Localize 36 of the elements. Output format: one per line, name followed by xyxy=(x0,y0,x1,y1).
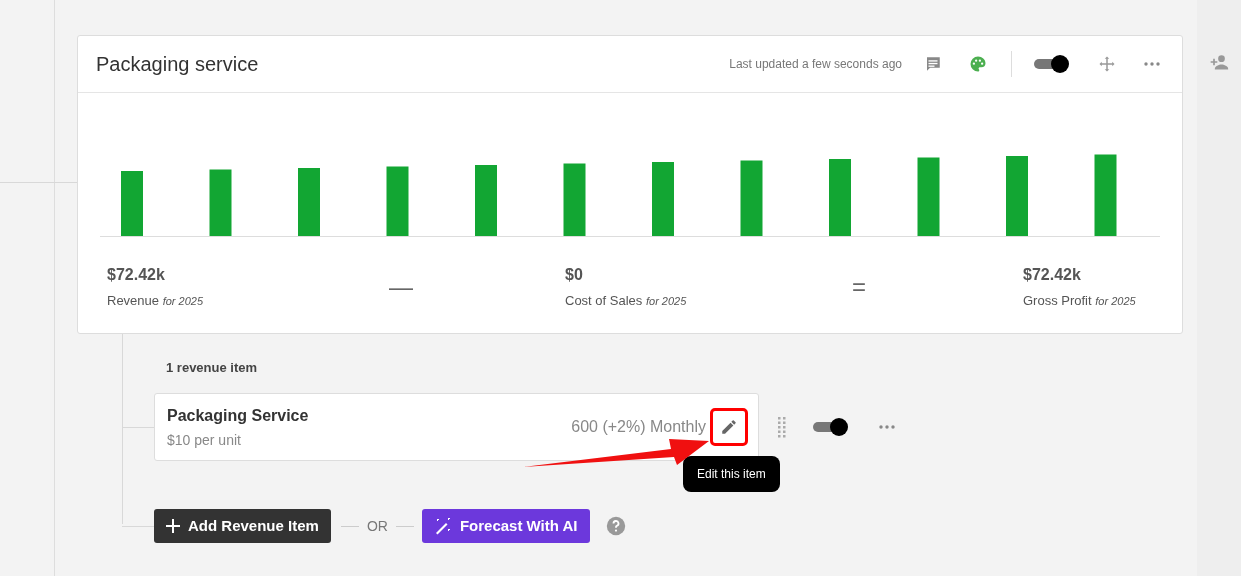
comment-icon[interactable] xyxy=(924,55,942,73)
item-forecast: 600 (+2%) Monthly xyxy=(571,417,706,437)
item-price: $10 per unit xyxy=(167,430,242,450)
amount-text: $72.42k xyxy=(107,265,166,285)
toggle-switch[interactable] xyxy=(813,416,849,438)
add-revenue-item-button[interactable]: Add Revenue Item xyxy=(154,509,331,543)
items-heading: 1 revenue item xyxy=(166,358,259,377)
chart-bar xyxy=(209,169,232,236)
amount-text: $72.42k xyxy=(1023,265,1082,285)
item-name: Packaging Service xyxy=(167,405,309,426)
total-label: Cost of Sales for 2025 xyxy=(565,292,688,310)
chart-bar xyxy=(121,171,143,236)
total-label: Gross Profit for 2025 xyxy=(1023,292,1137,310)
plus-icon xyxy=(166,519,180,533)
tooltip: Edit this item xyxy=(683,456,780,492)
more-icon[interactable] xyxy=(1144,62,1160,66)
more-icon[interactable] xyxy=(879,425,895,429)
or-text: OR xyxy=(366,516,388,536)
palette-icon[interactable] xyxy=(969,55,987,73)
forecast-with-ai-button[interactable]: Forecast With AI xyxy=(421,509,590,543)
operator-symbol: = xyxy=(851,271,867,302)
toggle-switch[interactable] xyxy=(1034,53,1070,75)
total-label: Revenue for 2025 xyxy=(107,292,205,310)
chart-bar xyxy=(475,165,497,236)
move-icon[interactable] xyxy=(1098,55,1116,73)
last-updated-text: Last updated a few seconds ago xyxy=(729,56,902,73)
drag-handle-icon[interactable] xyxy=(777,416,787,438)
amount-text: $0 xyxy=(565,265,584,285)
card-title: Packaging service xyxy=(96,52,259,77)
chart-bar xyxy=(386,166,409,236)
operator-symbol: — xyxy=(388,271,414,302)
pencil-icon xyxy=(720,418,738,436)
edit-button[interactable] xyxy=(710,408,748,446)
help-icon[interactable] xyxy=(605,516,626,536)
chart-bar xyxy=(298,168,320,236)
add-person-icon[interactable] xyxy=(1208,52,1230,72)
